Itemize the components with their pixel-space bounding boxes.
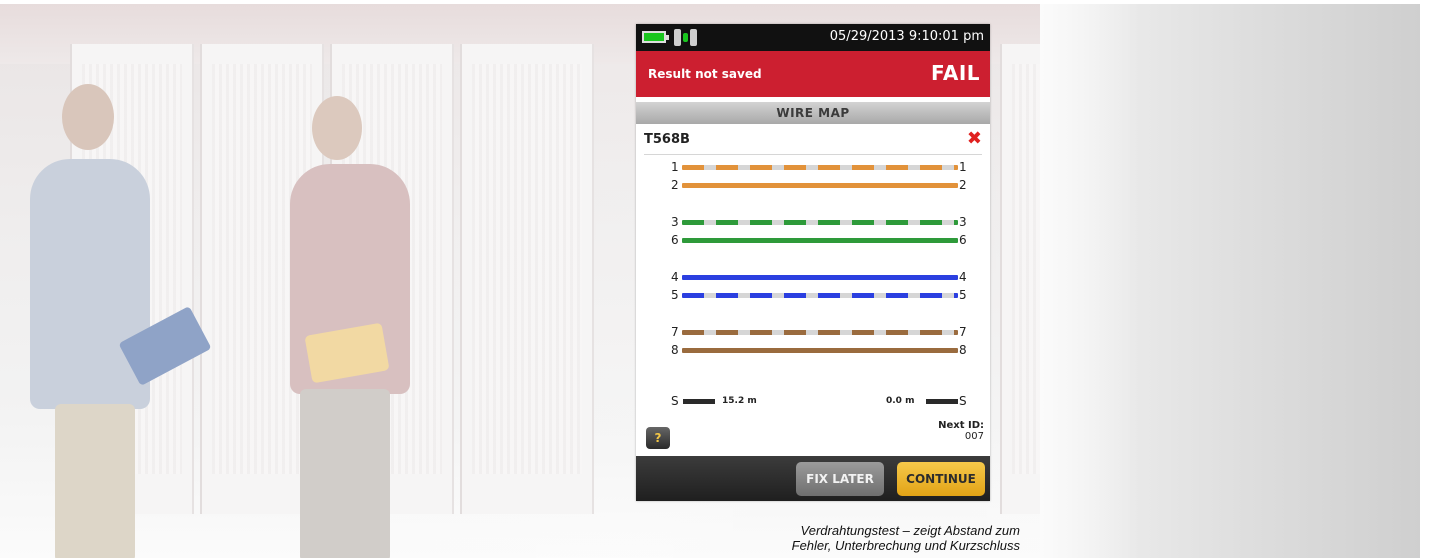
fix-later-button[interactable]: FIX LATER — [796, 462, 884, 496]
continue-button[interactable]: CONTINUE — [897, 462, 985, 496]
wire-pair-line — [682, 183, 958, 188]
wire-pair-line — [682, 220, 958, 225]
result-banner: Result not saved FAIL — [636, 51, 990, 97]
action-bar: FIX LATER CONTINUE — [636, 456, 990, 501]
standard-row: T568B ✖ — [644, 124, 982, 155]
cable-standard: T568B — [644, 132, 690, 147]
datetime: 05/29/2013 9:10:01 pm — [829, 29, 984, 44]
wire-pin-left: 2 — [671, 178, 679, 192]
wire-pair-line — [682, 293, 958, 298]
section-title: WIRE MAP — [636, 102, 990, 124]
person-left — [30, 159, 150, 409]
wire-pair-line — [682, 165, 958, 170]
wire-pin-left: 1 — [671, 160, 679, 174]
next-id-value: 007 — [964, 431, 984, 442]
person-left-legs — [55, 404, 135, 558]
shield-row: S 15.2 m 0.0 m S — [636, 392, 990, 412]
test-result: FAIL — [930, 61, 980, 85]
caption-line-2: Fehler, Unterbrechung und Kurzschluss — [791, 538, 1020, 553]
wire-pin-right: 3 — [959, 215, 967, 229]
save-status: Result not saved — [648, 67, 762, 81]
wire-pin-right: 5 — [959, 288, 967, 302]
wire-pin-left: 6 — [671, 233, 679, 247]
shield-right-segment — [926, 399, 958, 404]
shield-left-segment — [683, 399, 715, 404]
wire-pin-right: 2 — [959, 178, 967, 192]
wire-pin-left: 8 — [671, 343, 679, 357]
wire-map: 1 1 2 2 3 3 6 6 4 4 5 5 7 7 8 8 — [636, 160, 990, 385]
wire-pin-left: 5 — [671, 288, 679, 302]
person-left-head — [62, 84, 114, 150]
next-id: Next ID: 007 — [938, 420, 984, 442]
shield-right-label: S — [959, 394, 967, 408]
wire-pin-right: 6 — [959, 233, 967, 247]
caption-line-1: Verdrahtungstest – zeigt Abstand zum — [800, 523, 1020, 538]
wire-pin-left: 4 — [671, 270, 679, 284]
shield-left-distance: 15.2 m — [722, 396, 757, 406]
wire-pin-left: 3 — [671, 215, 679, 229]
link-status-icon — [674, 29, 700, 46]
wire-pin-right: 7 — [959, 325, 967, 339]
shield-right-distance: 0.0 m — [886, 396, 915, 406]
wire-pair-line — [682, 348, 958, 353]
tester-screen: 05/29/2013 9:10:01 pm Result not saved F… — [636, 24, 990, 501]
wire-pair-line — [682, 330, 958, 335]
shield-left-label: S — [671, 394, 679, 408]
wire-pair-line — [682, 238, 958, 243]
person-right-head — [312, 96, 362, 160]
wire-pin-left: 7 — [671, 325, 679, 339]
caption: Verdrahtungstest – zeigt Abstand zum Feh… — [600, 523, 1020, 553]
background-fade — [1040, 4, 1140, 558]
wire-pair-line — [682, 275, 958, 280]
status-bar: 05/29/2013 9:10:01 pm — [636, 24, 990, 51]
person-right-legs — [300, 389, 390, 558]
help-icon[interactable]: ? — [646, 427, 670, 449]
fail-x-icon: ✖ — [966, 128, 982, 149]
next-id-label: Next ID: — [938, 420, 984, 431]
wire-pin-right: 8 — [959, 343, 967, 357]
battery-icon — [642, 31, 669, 43]
server-rack — [460, 44, 594, 514]
wire-pin-right: 1 — [959, 160, 967, 174]
wire-pin-right: 4 — [959, 270, 967, 284]
